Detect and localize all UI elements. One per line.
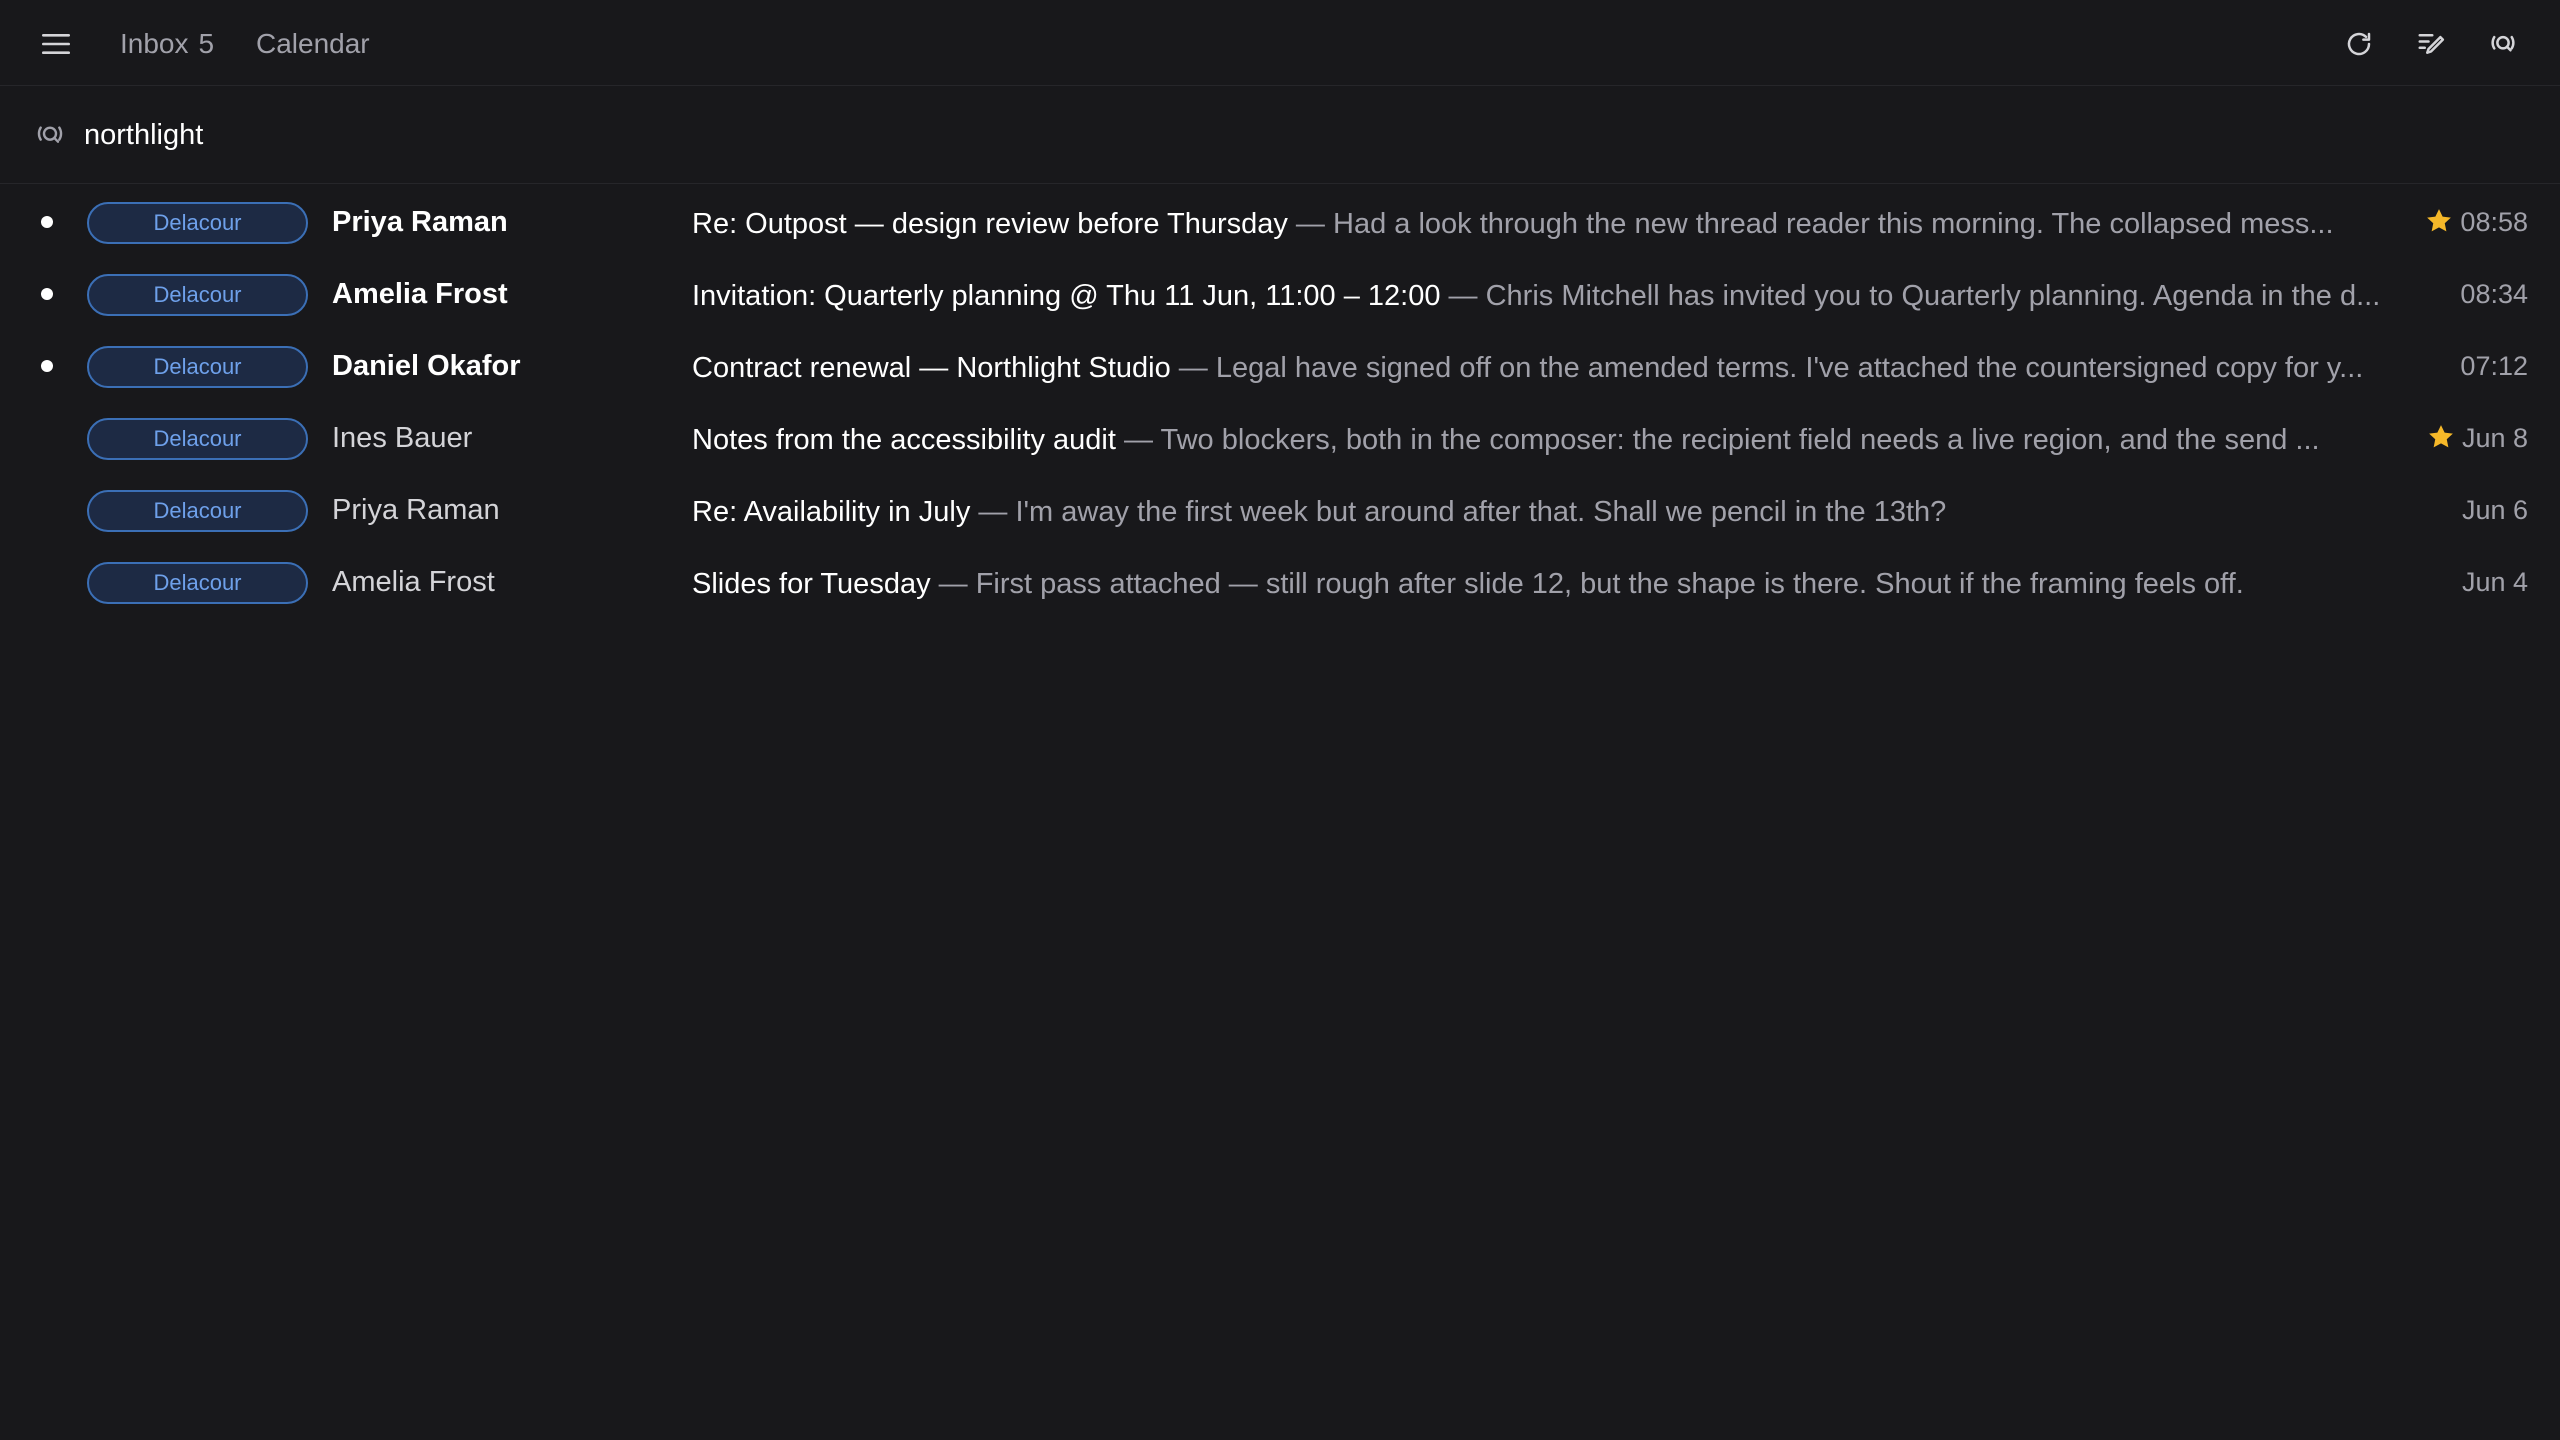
menu-icon <box>42 34 70 54</box>
search-icon <box>37 126 63 143</box>
top-bar: Inbox 5 Calendar <box>0 0 2560 86</box>
message-sender: Priya Raman <box>332 494 500 526</box>
message-row[interactable]: Delacour Ines Bauer Notes from the accessi… <box>0 402 2560 474</box>
account-tag[interactable]: Delacour <box>87 418 308 460</box>
message-snippet: I'm away the first week but around after… <box>1015 496 1947 528</box>
message-time: Jun 6 <box>2461 495 2528 525</box>
tab-calendar-label: Calendar <box>256 28 370 59</box>
message-sender: Priya Raman <box>332 206 508 238</box>
message-time: 08:58 <box>2460 207 2528 237</box>
unread-indicator <box>41 360 53 372</box>
subject-separator: — <box>930 568 976 600</box>
subject-separator: — <box>1440 280 1486 312</box>
menu-button[interactable] <box>36 26 76 62</box>
message-list: Delacour Priya Raman Re: Outpost — design … <box>0 186 2560 618</box>
message-subject: Notes from the accessibility audit <box>692 424 1116 456</box>
refresh-button[interactable] <box>2339 24 2379 64</box>
search-field-icon <box>31 116 69 154</box>
message-preview: Invitation: Quarterly planning @ Thu 11 … <box>692 276 2436 316</box>
account-tag[interactable]: Delacour <box>87 346 308 388</box>
unread-indicator <box>41 216 53 228</box>
account-tag[interactable]: Delacour <box>87 562 308 604</box>
subject-separator: — <box>1287 208 1333 240</box>
search-toggle-button[interactable] <box>2483 24 2523 64</box>
subject-separator: — <box>970 496 1016 528</box>
message-preview: Re: Availability in July — I'm away the … <box>692 492 2438 532</box>
account-tag[interactable]: Delacour <box>87 202 308 244</box>
search-bar <box>0 86 2560 184</box>
search-input[interactable] <box>84 114 1484 156</box>
message-snippet: Two blockers, both in the composer: the … <box>1160 424 2320 456</box>
message-subject: Re: Availability in July <box>692 496 971 528</box>
message-subject: Slides for Tuesday <box>692 568 931 600</box>
compose-icon <box>2418 34 2445 54</box>
star-icon[interactable] <box>2426 422 2456 452</box>
subject-separator: — <box>1170 352 1216 384</box>
star-icon[interactable] <box>2424 206 2454 236</box>
unread-indicator <box>41 288 53 300</box>
refresh-icon <box>2347 32 2371 56</box>
message-time: 08:34 <box>2460 279 2528 309</box>
compose-button[interactable] <box>2411 24 2451 64</box>
message-snippet: First pass attached — still rough after … <box>975 568 2244 600</box>
message-sender: Amelia Frost <box>332 566 495 598</box>
subject-separator: — <box>1115 424 1161 456</box>
message-sender: Amelia Frost <box>332 278 508 310</box>
tab-inbox-label: Inbox <box>120 28 189 59</box>
message-row[interactable]: Delacour Amelia Frost Invitation: Quarterl… <box>0 258 2560 330</box>
message-subject: Invitation: Quarterly planning @ Thu 11 … <box>692 280 1441 312</box>
account-tag[interactable]: Delacour <box>87 274 308 316</box>
message-subject: Contract renewal — Northlight Studio <box>692 352 1171 384</box>
tab-calendar[interactable]: Calendar <box>256 24 370 64</box>
message-preview: Re: Outpost — design review before Thurs… <box>692 204 2404 244</box>
tab-inbox[interactable]: Inbox 5 <box>120 24 214 64</box>
message-time: 07:12 <box>2460 351 2528 381</box>
message-snippet: Legal have signed off on the amended ter… <box>1215 352 2364 384</box>
message-sender: Ines Bauer <box>332 422 473 454</box>
message-preview: Contract renewal — Northlight Studio — L… <box>692 348 2436 388</box>
search-icon <box>2491 35 2515 52</box>
message-snippet: Chris Mitchell has invited you to Quarte… <box>1485 280 2381 312</box>
message-preview: Notes from the accessibility audit — Two… <box>692 420 2406 460</box>
message-row[interactable]: Delacour Amelia Frost Slides for Tuesday —… <box>0 546 2560 618</box>
message-time: Jun 4 <box>2461 567 2528 597</box>
message-row[interactable]: Delacour Priya Raman Re: Availability in J… <box>0 474 2560 546</box>
account-tag[interactable]: Delacour <box>87 490 308 532</box>
message-snippet: Had a look through the new thread reader… <box>1333 208 2334 240</box>
message-sender: Daniel Okafor <box>332 350 521 382</box>
message-preview: Slides for Tuesday — First pass attached… <box>692 564 2438 604</box>
message-row[interactable]: Delacour Priya Raman Re: Outpost — design … <box>0 186 2560 258</box>
message-row[interactable]: Delacour Daniel Okafor Contract renewal — … <box>0 330 2560 402</box>
inbox-unread-count: 5 <box>198 28 215 59</box>
message-time: Jun 8 <box>2461 423 2528 453</box>
message-subject: Re: Outpost — design review before Thurs… <box>692 208 1288 240</box>
